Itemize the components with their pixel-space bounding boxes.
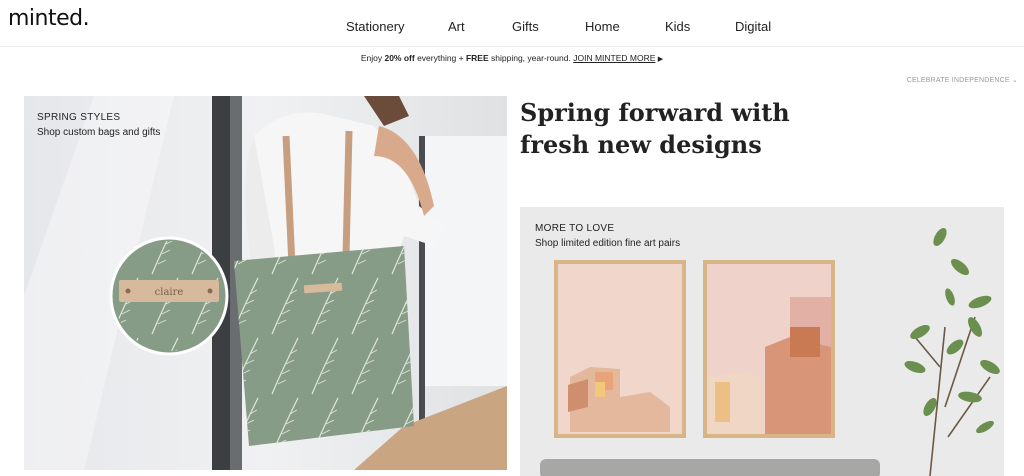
headline-line-1: Spring forward with <box>520 98 790 127</box>
promo-suffix: shipping, year-round. <box>488 53 574 63</box>
page-headline: Spring forward with fresh new designs <box>520 97 1000 161</box>
celebrate-independence-link[interactable]: CELEBRATE INDEPENDENCE ⌄ <box>907 76 1018 84</box>
join-minted-more-link[interactable]: JOIN MINTED MORE <box>573 53 655 63</box>
nav-digital[interactable]: Digital <box>735 19 771 34</box>
main-nav: Stationery Art Gifts Home Kids Digital <box>0 19 1024 35</box>
headline-line-2: fresh new designs <box>520 130 762 159</box>
promo-discount: 20% off <box>384 53 415 63</box>
nav-kids[interactable]: Kids <box>665 19 690 34</box>
promo-prefix: Enjoy <box>360 53 385 63</box>
hero-bags-illustration: claire <box>24 96 507 470</box>
arrow-right-icon[interactable]: ▶ <box>658 56 663 63</box>
nav-gifts[interactable]: Gifts <box>512 19 539 34</box>
leather-tag-text: claire <box>155 287 184 298</box>
promo-banner: Enjoy 20% off everything + FREE shipping… <box>0 50 1024 66</box>
spring-styles-subtitle[interactable]: Shop custom bags and gifts <box>37 127 160 138</box>
nav-home[interactable]: Home <box>585 19 620 34</box>
spring-styles-title: SPRING STYLES <box>37 112 121 123</box>
site-header: minted. Stationery Art Gifts Home Kids D… <box>0 0 1024 47</box>
more-to-love-subtitle[interactable]: Shop limited edition fine art pairs <box>535 238 680 249</box>
promo-free: FREE <box>465 53 489 63</box>
nav-stationery[interactable]: Stationery <box>346 19 405 34</box>
promo-middle: everything + <box>414 53 466 63</box>
hero-bags-image[interactable]: claire <box>24 96 507 470</box>
more-to-love-title: MORE TO LOVE <box>535 223 615 234</box>
nav-art[interactable]: Art <box>448 19 465 34</box>
